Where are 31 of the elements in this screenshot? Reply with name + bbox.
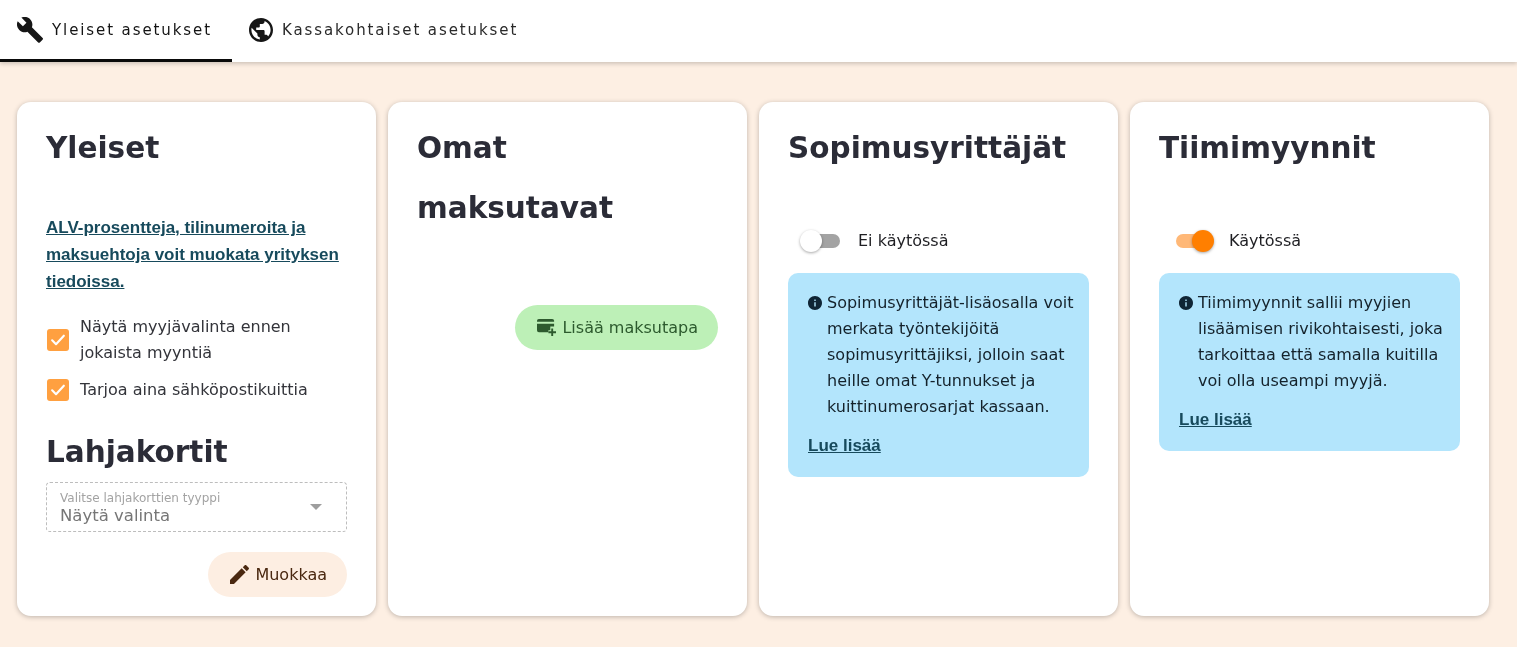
wrench-icon xyxy=(17,16,43,43)
checkbox[interactable] xyxy=(47,379,69,401)
card-plus-icon xyxy=(537,318,557,337)
toggle-label: Käytössä xyxy=(1229,230,1302,252)
pencil-icon xyxy=(230,565,250,584)
read-more-link[interactable]: Lue lisää xyxy=(808,433,881,459)
check-icon xyxy=(51,384,65,396)
globe-icon xyxy=(248,17,273,42)
info-icon xyxy=(808,296,822,310)
toggle-label: Ei käytössä xyxy=(858,230,949,252)
card-title: Tiimimyynnit xyxy=(1159,130,1376,167)
info-text: Tiimimyynnit sallii myyjien lisäämisen rivikohtaisesti, joka tarkoittaa että samalla kuitilla voi olla useampi myyjä. xyxy=(1198,292,1444,392)
read-more-link[interactable]: Lue lisää xyxy=(1179,407,1252,433)
tab[interactable]: Yleiset asetukset xyxy=(0,0,232,62)
info-text: Sopimusyrittäjät-lisäosalla voit merkata työntekijöitä sopimusyrittäjiksi, jolloin saat heille omat Y-tunnukset ja kuittinumerosarjat kassaan. xyxy=(827,292,1075,418)
dropdown-caret-icon xyxy=(310,504,322,510)
edit-button[interactable]: Muokkaa xyxy=(208,552,347,597)
checkbox-label: Tarjoa aina sähköpostikuittia xyxy=(80,379,308,401)
tab[interactable]: Kassakohtaiset asetukset xyxy=(231,0,539,62)
selected-value: Näytä valinta xyxy=(60,505,172,526)
add-payment-method-button[interactable]: Lisää maksutapa xyxy=(515,305,718,350)
company-info-link[interactable]: ALV-prosentteja, tilinumeroita ja maksuehtoja voit muokata yrityksen tiedoissa. xyxy=(46,214,347,295)
section-title: Lahjakortit xyxy=(46,434,228,471)
card-title: Sopimusyrittäjät xyxy=(788,130,1067,167)
card-title: Omat maksutavat xyxy=(417,130,615,227)
checkbox[interactable] xyxy=(47,329,69,351)
card-title: Yleiset xyxy=(46,130,160,167)
field-label: Valitse lahjakorttien tyyppi xyxy=(60,490,221,505)
info-icon xyxy=(1179,296,1193,310)
checkbox-label: Näytä myyjävalinta ennen jokaista myyntiä xyxy=(80,316,292,364)
check-icon xyxy=(51,334,65,346)
